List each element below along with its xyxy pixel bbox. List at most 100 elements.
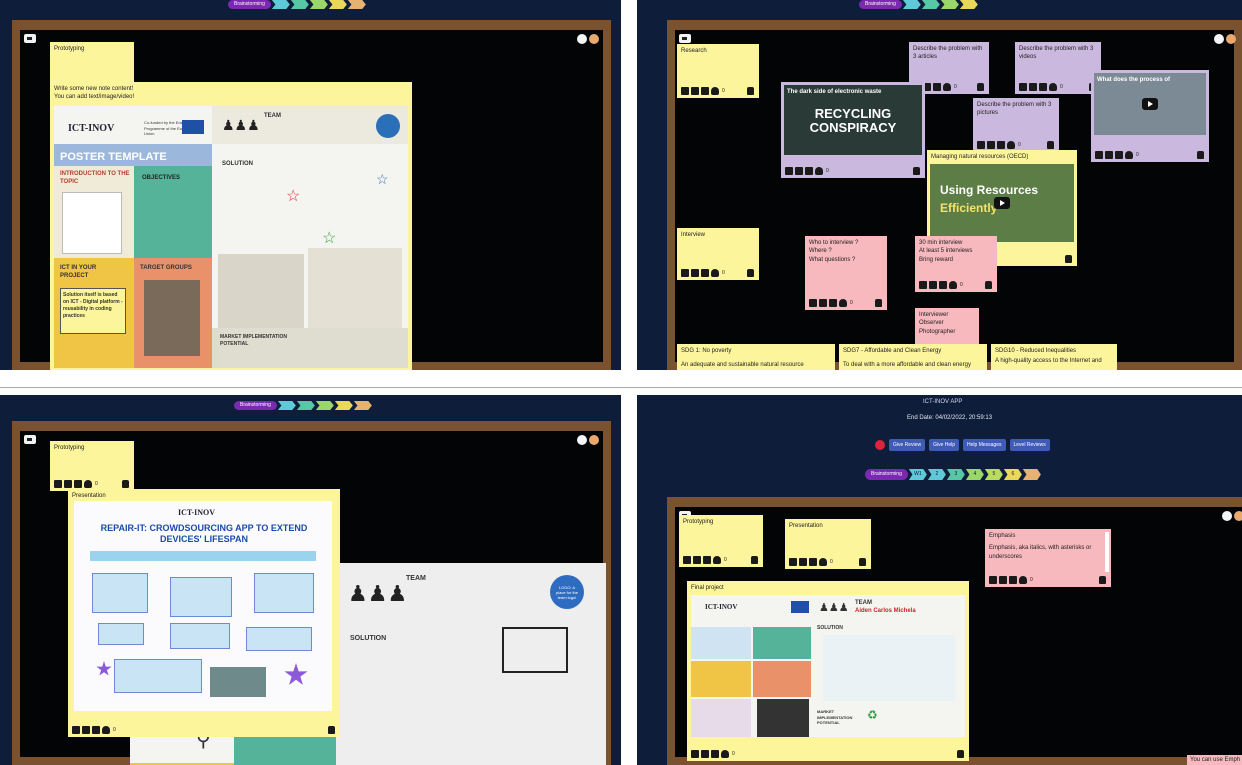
step-6[interactable]: 6	[1003, 469, 1022, 480]
step-2[interactable]	[290, 0, 309, 9]
step-3[interactable]	[309, 0, 328, 9]
share-icon[interactable]	[997, 141, 1005, 149]
give-review-button[interactable]: Give Review	[889, 439, 926, 451]
edit-icon[interactable]	[1029, 83, 1037, 91]
note-actions[interactable]: 0	[691, 750, 735, 758]
note-actions[interactable]: 0	[785, 167, 829, 175]
note-video-2[interactable]: What does the process of 0	[1091, 70, 1209, 162]
delete-icon[interactable]	[809, 299, 817, 307]
edit-icon[interactable]	[693, 556, 701, 564]
board-controls[interactable]	[577, 435, 599, 445]
lock-icon[interactable]	[1197, 151, 1204, 159]
like-icon[interactable]	[102, 726, 110, 734]
step-2[interactable]: 2	[927, 469, 946, 480]
note-actions[interactable]: 0	[72, 726, 116, 734]
step-4[interactable]	[328, 0, 347, 9]
level-reviews-button[interactable]: Level Reviews	[1009, 439, 1050, 451]
delete-icon[interactable]	[72, 726, 80, 734]
stage-stepper[interactable]: Brainstorming	[234, 401, 372, 410]
note-actions[interactable]: 0	[789, 558, 833, 566]
corner-note[interactable]: You can use Emph	[1187, 755, 1242, 765]
note-actions[interactable]: 0	[681, 87, 725, 95]
like-icon[interactable]	[815, 167, 823, 175]
edit-icon[interactable]	[999, 576, 1007, 584]
step-2[interactable]	[296, 401, 315, 410]
note-30min[interactable]: 30 min interview At least 5 interviews B…	[915, 236, 997, 292]
delete-icon[interactable]	[691, 750, 699, 758]
note-prototyping[interactable]: Prototyping 0	[679, 515, 763, 567]
delete-icon[interactable]	[54, 480, 62, 488]
like-icon[interactable]	[711, 87, 719, 95]
note-new-content[interactable]: Write some new note content! You can add…	[50, 82, 412, 370]
stage-pill[interactable]: Brainstorming	[234, 401, 277, 410]
video-player[interactable]: The dark side of electronic waste RECYCL…	[784, 85, 922, 155]
share-icon[interactable]	[1009, 576, 1017, 584]
lock-icon[interactable]	[1099, 576, 1106, 584]
like-icon[interactable]	[84, 480, 92, 488]
toolbar-toggle[interactable]	[679, 34, 691, 43]
note-video-1[interactable]: The dark side of electronic waste RECYCL…	[781, 82, 925, 178]
share-icon[interactable]	[829, 299, 837, 307]
delete-icon[interactable]	[919, 281, 927, 289]
edit-icon[interactable]	[799, 558, 807, 566]
delete-icon[interactable]	[681, 269, 689, 277]
lock-icon[interactable]	[747, 87, 754, 95]
lock-icon[interactable]	[985, 281, 992, 289]
lock-icon[interactable]	[859, 558, 866, 566]
share-icon[interactable]	[92, 726, 100, 734]
like-icon[interactable]	[1049, 83, 1057, 91]
step-5[interactable]: 5	[984, 469, 1003, 480]
like-icon[interactable]	[711, 269, 719, 277]
delete-icon[interactable]	[1019, 83, 1027, 91]
delete-icon[interactable]	[785, 167, 793, 175]
note-research[interactable]: Research 0	[677, 44, 759, 98]
like-icon[interactable]	[1125, 151, 1133, 159]
stage-pill[interactable]: Brainstorming	[859, 0, 902, 9]
help-messages-button[interactable]: Help Messages	[963, 439, 1006, 451]
step-2[interactable]	[921, 0, 940, 9]
delete-icon[interactable]	[681, 87, 689, 95]
note-sdg10[interactable]: SDG10 - Reduced Inequalities A high-qual…	[991, 344, 1117, 370]
step-3[interactable]: 3	[946, 469, 965, 480]
like-icon[interactable]	[713, 556, 721, 564]
edit-icon[interactable]	[64, 480, 72, 488]
like-icon[interactable]	[819, 558, 827, 566]
like-icon[interactable]	[721, 750, 729, 758]
board-controls[interactable]	[1214, 34, 1236, 44]
step-5[interactable]	[353, 401, 372, 410]
note-actions[interactable]: 0	[1019, 83, 1063, 91]
note-actions[interactable]: 0	[683, 556, 727, 564]
share-icon[interactable]	[1039, 83, 1047, 91]
play-icon[interactable]	[994, 197, 1010, 209]
share-icon[interactable]	[74, 480, 82, 488]
delete-icon[interactable]	[977, 141, 985, 149]
toolbar-toggle[interactable]	[24, 34, 36, 43]
note-presentation[interactable]: Presentation 0	[785, 519, 871, 569]
stage-stepper[interactable]: Brainstorming	[228, 0, 366, 9]
board-controls[interactable]	[577, 34, 599, 44]
edit-icon[interactable]	[795, 167, 803, 175]
lock-icon[interactable]	[875, 299, 882, 307]
edit-icon[interactable]	[691, 269, 699, 277]
step-1[interactable]	[277, 401, 296, 410]
edit-icon[interactable]	[987, 141, 995, 149]
note-actions[interactable]: 0	[977, 141, 1021, 149]
like-icon[interactable]	[949, 281, 957, 289]
delete-icon[interactable]	[683, 556, 691, 564]
play-icon[interactable]	[1142, 98, 1158, 110]
note-actions[interactable]: 0	[1095, 151, 1139, 159]
lock-icon[interactable]	[122, 480, 129, 488]
lock-icon[interactable]	[747, 269, 754, 277]
edit-icon[interactable]	[701, 750, 709, 758]
step-4[interactable]	[334, 401, 353, 410]
lock-icon[interactable]	[328, 726, 335, 734]
stage-stepper[interactable]: Brainstorming W1 2 3 4 5 6	[865, 469, 1041, 480]
lock-icon[interactable]	[957, 750, 964, 758]
like-icon[interactable]	[1019, 576, 1027, 584]
lock-icon[interactable]	[1065, 255, 1072, 263]
give-help-button[interactable]: Give Help	[929, 439, 960, 451]
note-actions[interactable]: 0	[681, 269, 725, 277]
edit-icon[interactable]	[929, 281, 937, 289]
step-3[interactable]	[315, 401, 334, 410]
note-actions[interactable]: 0	[809, 299, 853, 307]
